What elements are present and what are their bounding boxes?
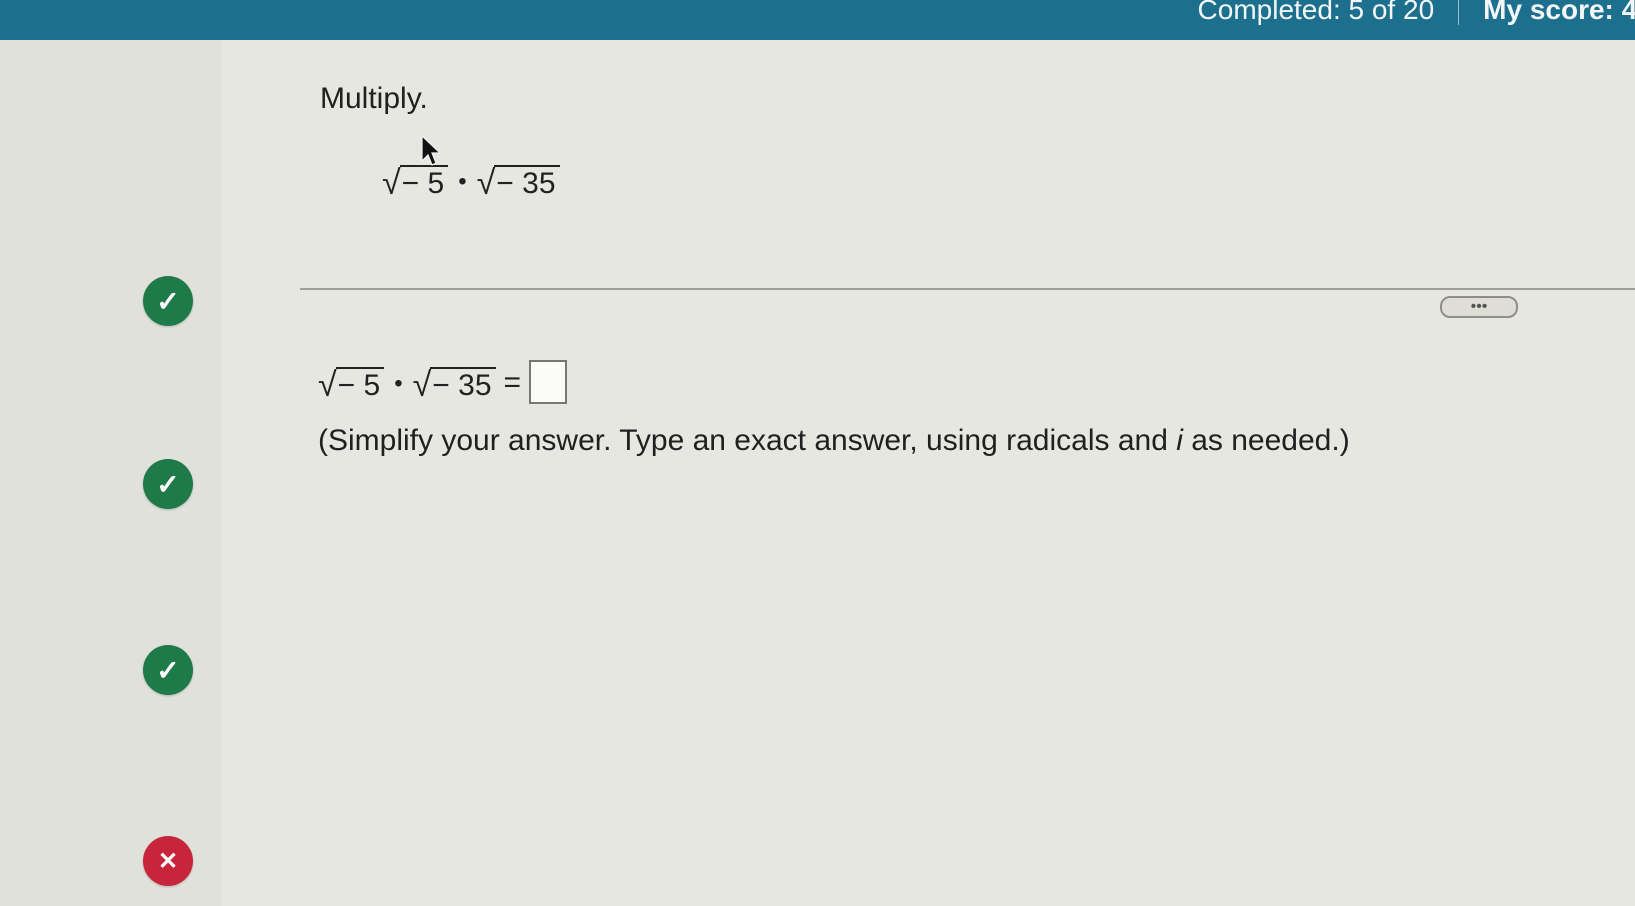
instruction-text-end: as needed.) [1182, 424, 1350, 457]
assignment-status: Completed: 5 of 20 My score: 4/ [1198, 0, 1635, 26]
question-status-correct-icon[interactable]: ✓ [143, 645, 193, 695]
square-root-icon: √ [476, 164, 496, 202]
left-radical: √ − 5 [382, 164, 449, 202]
answer-right-radical: √ − 35 [413, 367, 496, 402]
answer-input-box[interactable] [529, 360, 568, 404]
status-divider [1458, 0, 1460, 25]
multiply-operator: • [458, 168, 467, 195]
question-status-incorrect-icon[interactable]: ✕ [143, 836, 193, 886]
question-status-correct-icon[interactable]: ✓ [143, 459, 193, 509]
more-options-button[interactable]: ••• [1440, 296, 1518, 318]
answer-instructions: (Simplify your answer. Type an exact ans… [318, 424, 1350, 458]
answer-left-radical: √ − 5 [318, 366, 385, 404]
check-icon: ✓ [156, 468, 180, 500]
instruction-text-start: (Simplify your answer. Type an exact ans… [318, 424, 1177, 457]
question-expression: √ − 5 • √ − 35 [382, 164, 560, 200]
answer-left-radicand: − 5 [335, 367, 385, 402]
square-root-icon: √ [412, 366, 432, 404]
question-prompt: Multiply. [320, 82, 428, 115]
left-radicand: − 5 [399, 165, 449, 200]
x-icon: ✕ [157, 847, 179, 875]
imaginary-unit: i [1176, 424, 1183, 457]
equals-sign: = [503, 366, 522, 399]
my-score: My score: 4/ [1483, 0, 1635, 25]
question-status-correct-icon[interactable]: ✓ [143, 276, 193, 326]
answer-multiply-operator: • [394, 370, 403, 397]
answer-expression: √ − 5 • √ − 35 = [318, 360, 568, 404]
check-icon: ✓ [156, 285, 180, 317]
square-root-icon: √ [318, 366, 337, 404]
question-answer-divider [300, 288, 1635, 290]
mouse-cursor-icon [421, 134, 442, 166]
square-root-icon: √ [382, 164, 401, 202]
check-icon: ✓ [156, 654, 180, 686]
right-radical: √ − 35 [477, 165, 560, 200]
answer-right-radicand: − 35 [430, 367, 496, 402]
completed-count: Completed: 5 of 20 [1197, 0, 1435, 25]
right-radicand: − 35 [494, 165, 560, 200]
